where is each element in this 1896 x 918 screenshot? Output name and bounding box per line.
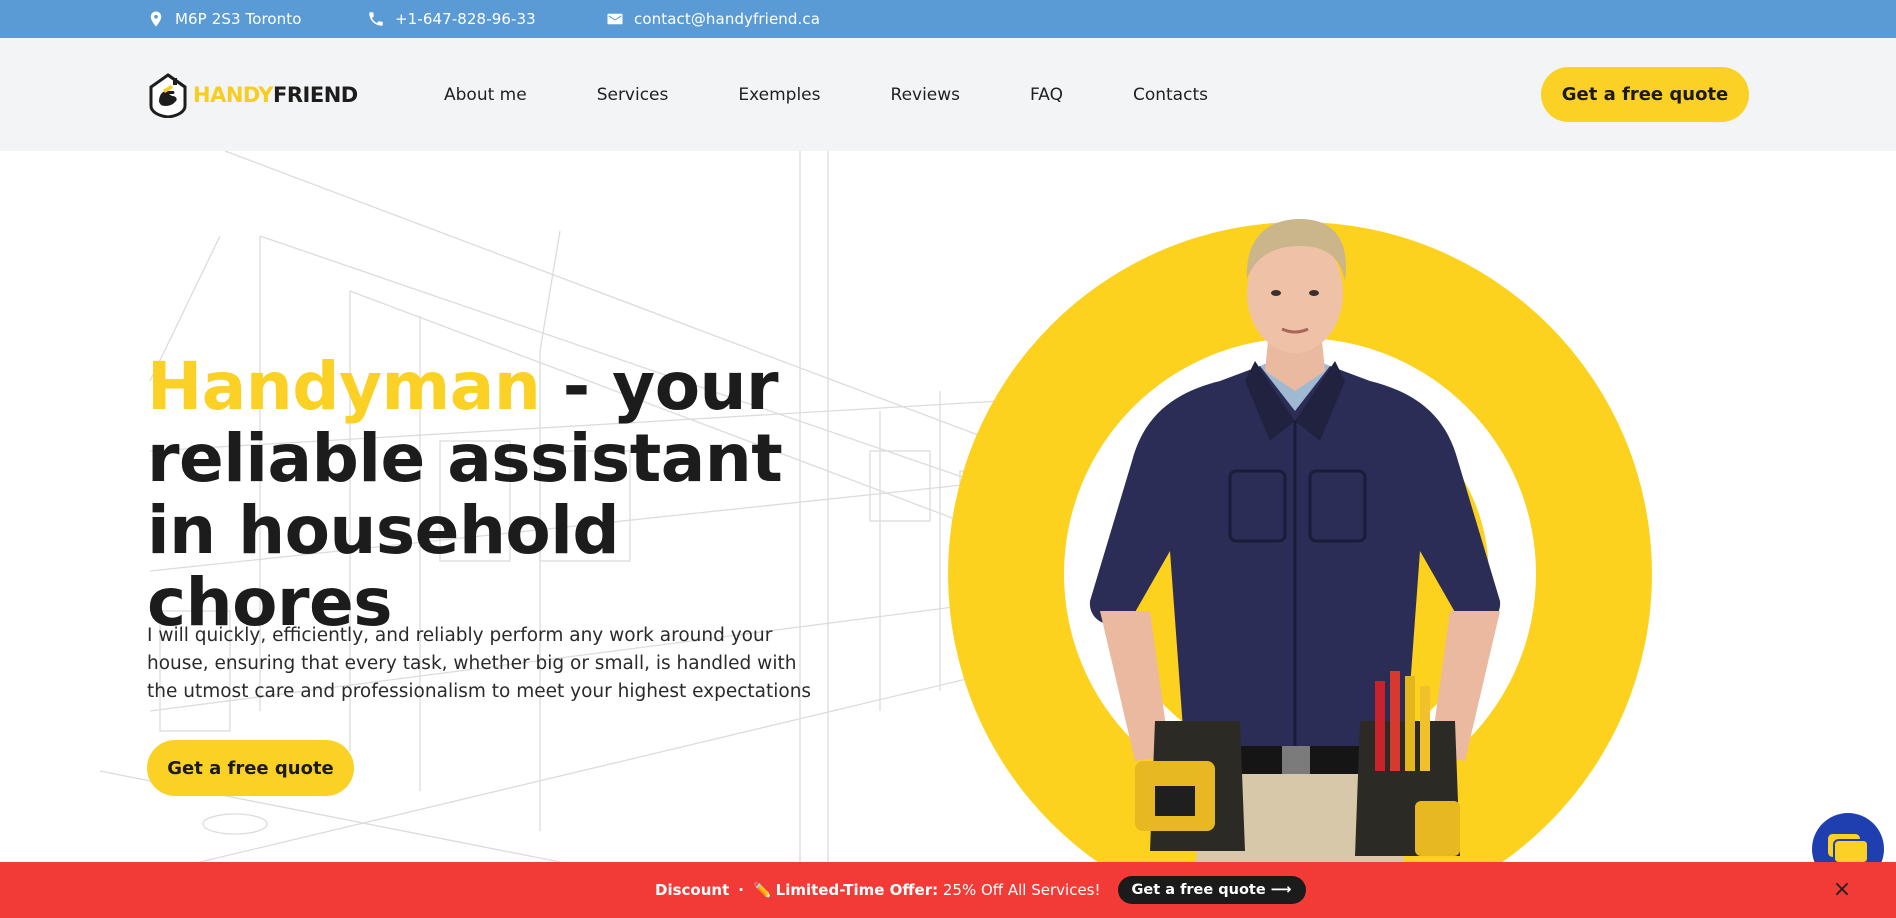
house-hand-logo-icon	[149, 73, 187, 118]
discount-banner: Discount · ✏️ Limited-Time Offer: 25% Of…	[0, 862, 1896, 918]
close-icon[interactable]: ×	[1830, 878, 1854, 902]
phone-icon	[369, 12, 383, 26]
nav-reviews[interactable]: Reviews	[891, 85, 961, 105]
main-nav: About me Services Exemples Reviews FAQ C…	[444, 38, 1278, 151]
logo-text-handy: HANDY	[193, 83, 274, 107]
nav-contacts[interactable]: Contacts	[1133, 85, 1208, 105]
chat-bubble-icon	[1828, 834, 1869, 862]
logo[interactable]: HANDYFRIEND	[147, 72, 358, 118]
nav-faq[interactable]: FAQ	[1030, 85, 1063, 105]
logo-wordmark: HANDYFRIEND	[193, 83, 358, 107]
chat-widget-button[interactable]	[1812, 813, 1884, 862]
promo-separator: ·	[738, 881, 744, 899]
hero-quote-button[interactable]: Get a free quote	[147, 740, 354, 796]
envelope-icon	[607, 13, 623, 25]
header-quote-button[interactable]: Get a free quote	[1541, 67, 1749, 122]
promo-offer: Limited-Time Offer: 25% Off All Services…	[776, 881, 1101, 899]
nav-services[interactable]: Services	[597, 85, 669, 105]
phone-link[interactable]: +1-647-828-96-33	[395, 10, 536, 28]
contact-bar: M6P 2S3 Toronto +1-647-828-96-33 contact…	[0, 0, 1896, 38]
site-header: HANDYFRIEND About me Services Exemples R…	[0, 38, 1896, 151]
email-link[interactable]: contact@handyfriend.ca	[634, 10, 820, 28]
location-pin-icon	[150, 11, 162, 27]
hero-title: Handyman - your reliable assistant in ho…	[147, 351, 847, 639]
address-item: M6P 2S3 Toronto	[147, 0, 302, 38]
promo-offer-text: 25% Off All Services!	[938, 881, 1101, 899]
hero-title-accent: Handyman	[147, 348, 541, 425]
promo-content: Discount · ✏️ Limited-Time Offer: 25% Of…	[655, 862, 1306, 918]
hero-section: Handyman - your reliable assistant in ho…	[0, 151, 1896, 862]
nav-exemples[interactable]: Exemples	[738, 85, 820, 105]
logo-text-friend: FRIEND	[273, 83, 358, 107]
email-item[interactable]: contact@handyfriend.ca	[606, 0, 820, 38]
promo-label: Discount	[655, 881, 730, 899]
pencil-icon: ✏️	[752, 881, 772, 899]
promo-offer-strong: Limited-Time Offer:	[775, 881, 939, 899]
handyman-photo	[1089, 219, 1501, 862]
hero-description: I will quickly, efficiently, and reliabl…	[147, 625, 812, 702]
phone-item[interactable]: +1-647-828-96-33	[367, 0, 536, 38]
promo-quote-button[interactable]: Get a free quote ⟶	[1117, 876, 1306, 904]
address-text: M6P 2S3 Toronto	[175, 10, 302, 28]
nav-about-me[interactable]: About me	[444, 85, 527, 105]
